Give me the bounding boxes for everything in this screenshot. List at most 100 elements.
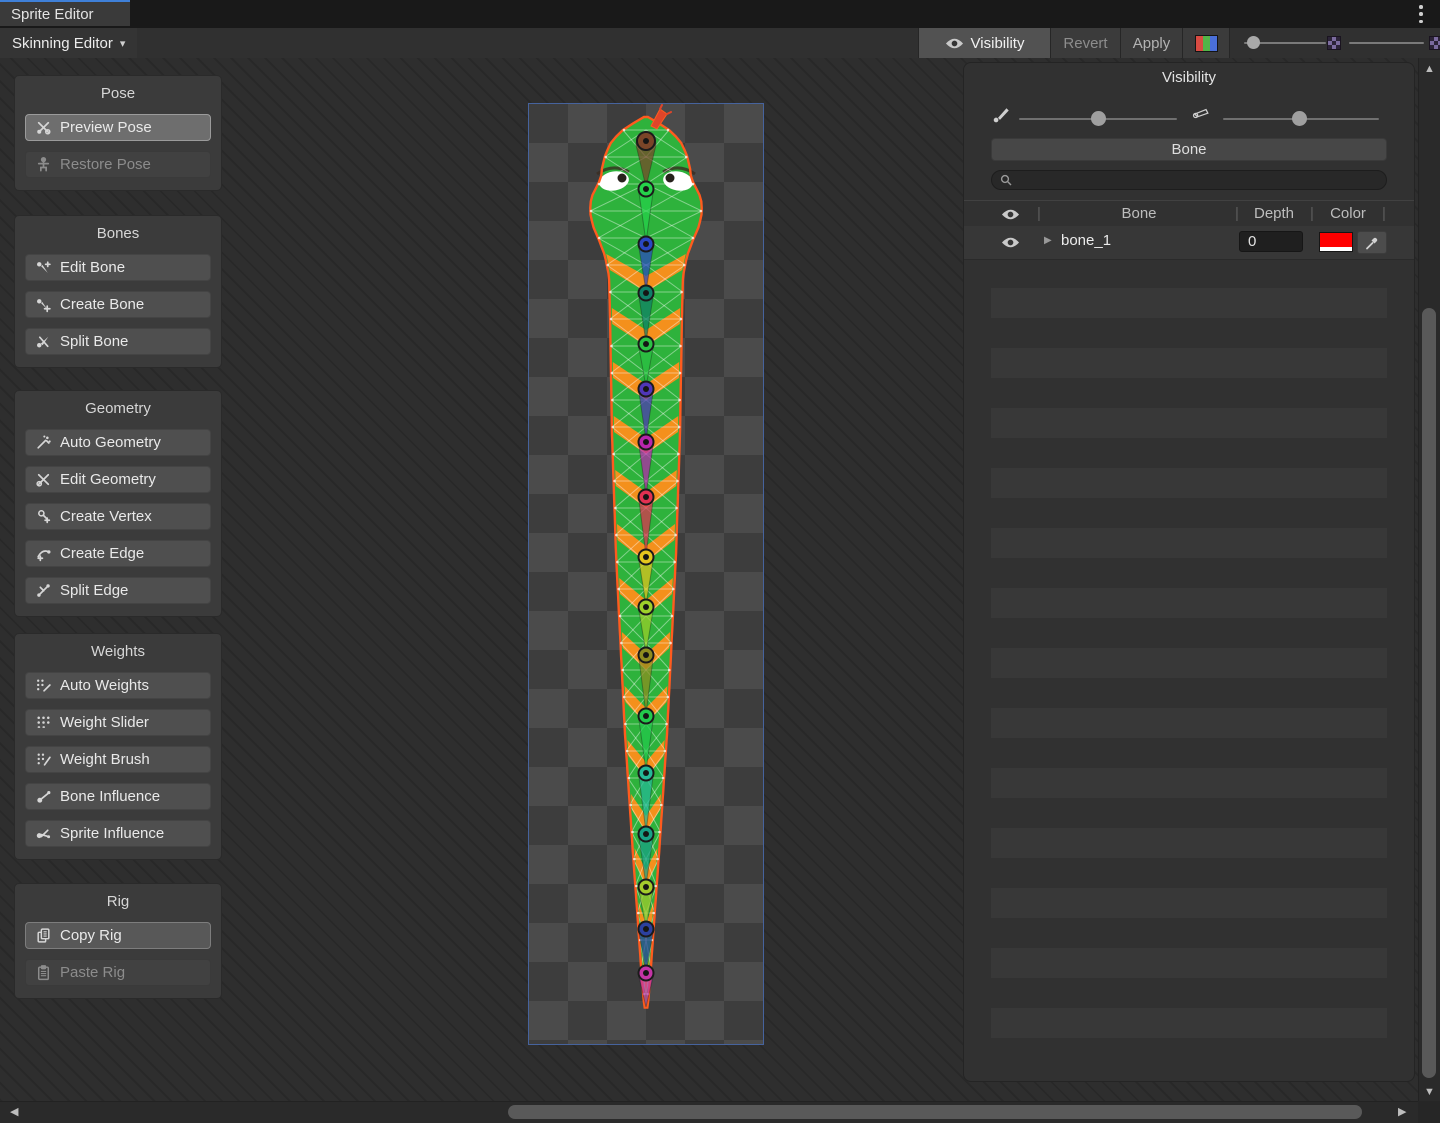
bone-table-header: | Bone | Depth | Color | — [964, 200, 1414, 227]
bone-opacity-icon — [992, 106, 1011, 123]
visibility-panel-title: Visibility — [964, 69, 1414, 86]
panel-title: Rig — [25, 893, 211, 910]
scroll-down-icon[interactable]: ▼ — [1424, 1087, 1435, 1098]
paste-icon — [34, 964, 53, 981]
scroll-left-icon[interactable]: ◀ — [10, 1107, 18, 1118]
bone-split-icon — [34, 333, 53, 350]
bone-color-swatch[interactable] — [1319, 232, 1353, 252]
create-vertex-button[interactable]: Create Vertex — [25, 503, 211, 530]
panel-rig: Rig Copy Rig Paste Rig — [14, 883, 222, 999]
pose-icon — [34, 119, 53, 136]
bone-edit-icon — [34, 259, 53, 276]
panel-title: Bones — [25, 225, 211, 242]
weight-slider-button[interactable]: Weight Slider — [25, 709, 211, 736]
vertex-add-icon — [34, 508, 53, 525]
toolbar-button-cluster: Visibility Revert Apply — [918, 28, 1230, 58]
wand-icon — [34, 434, 53, 451]
eyedropper-button[interactable] — [1357, 231, 1387, 254]
tab-bone[interactable]: Bone — [991, 138, 1387, 161]
edit-geometry-button[interactable]: Edit Geometry — [25, 466, 211, 493]
tab-sprite-editor[interactable]: Sprite Editor — [0, 0, 130, 26]
depth-input[interactable] — [1239, 231, 1303, 252]
rgb-swatch-icon[interactable] — [1195, 35, 1218, 52]
bone-influence-button[interactable]: Bone Influence — [25, 783, 211, 810]
chevron-down-icon: ▾ — [120, 37, 126, 50]
panel-pose: Pose Preview Pose Restore Pose — [14, 75, 222, 191]
split-bone-button[interactable]: Split Bone — [25, 328, 211, 355]
bone-search-box — [991, 170, 1387, 190]
auto-geometry-button[interactable]: Auto Geometry — [25, 429, 211, 456]
bone-opacity-knob[interactable] — [1091, 111, 1106, 126]
scroll-up-icon[interactable]: ▲ — [1424, 64, 1435, 75]
create-edge-button[interactable]: Create Edge — [25, 540, 211, 567]
visibility-toggle-button[interactable]: Visibility — [918, 28, 1050, 58]
eye-icon — [945, 35, 964, 52]
tools-icon — [34, 471, 53, 488]
apply-button[interactable]: Apply — [1120, 28, 1182, 58]
paste-rig-button[interactable]: Paste Rig — [25, 959, 211, 986]
opacity-slider-knob-1[interactable] — [1247, 36, 1260, 49]
restore-pose-button[interactable]: Restore Pose — [25, 151, 211, 178]
create-bone-button[interactable]: Create Bone — [25, 291, 211, 318]
search-input[interactable] — [1018, 172, 1378, 189]
edit-bone-button[interactable]: Edit Bone — [25, 254, 211, 281]
sprite-editor-window: Sprite Editor Skinning Editor ▾ Visibili… — [0, 0, 1440, 1123]
panel-weights: Weights Auto Weights Weight Slider Weight B… — [14, 633, 222, 860]
vertical-scrollbar[interactable]: ▲ ▼ — [1418, 58, 1440, 1101]
dots-brush-icon — [34, 751, 53, 768]
bone-influence-icon — [34, 788, 53, 805]
sprite-color-cell — [1182, 28, 1230, 58]
disclosure-triangle-icon[interactable]: ▶ — [1044, 235, 1052, 246]
bone-visibility-eye-icon[interactable] — [1001, 234, 1020, 251]
scroll-right-icon[interactable]: ▶ — [1398, 1107, 1406, 1118]
panel-bones: Bones Edit Bone Create Bone Split Bone — [14, 215, 222, 368]
visibility-column-eye-icon — [1001, 206, 1020, 223]
column-bone: Bone — [1044, 201, 1234, 226]
horizontal-scroll-thumb[interactable] — [508, 1105, 1362, 1119]
bone-list-empty-rows — [991, 288, 1387, 1056]
mesh-opacity-knob[interactable] — [1292, 111, 1307, 126]
scrollbar-corner — [1418, 1101, 1440, 1123]
skinning-toolbar: Skinning Editor ▾ Visibility Revert Appl… — [0, 28, 1440, 59]
dots-grid-icon — [34, 714, 53, 731]
edge-add-icon — [34, 545, 53, 562]
eyedropper-icon — [1365, 236, 1379, 250]
horizontal-scrollbar[interactable]: ◀ ▶ — [0, 1101, 1418, 1123]
vertical-scroll-thumb[interactable] — [1422, 308, 1436, 1078]
snake-sprite — [529, 104, 763, 1044]
copy-rig-button[interactable]: Copy Rig — [25, 922, 211, 949]
checker-swatch-icon-2[interactable] — [1429, 36, 1440, 50]
search-icon — [1000, 174, 1012, 186]
opacity-slider-track-2[interactable] — [1349, 42, 1424, 44]
mode-label: Skinning Editor — [12, 35, 113, 52]
panel-title: Pose — [25, 85, 211, 102]
weight-brush-button[interactable]: Weight Brush — [25, 746, 211, 773]
visibility-panel: Visibility Bone | Bone | Depth | Color | — [963, 62, 1415, 1082]
preview-pose-button[interactable]: Preview Pose — [25, 114, 211, 141]
table-row-bone-1[interactable]: ▶ bone_1 — [964, 226, 1414, 260]
mesh-opacity-icon — [1192, 106, 1211, 123]
column-depth: Depth — [1242, 201, 1306, 226]
window-titlebar: Sprite Editor — [0, 0, 1440, 28]
revert-button[interactable]: Revert — [1050, 28, 1120, 58]
sprite-influence-button[interactable]: Sprite Influence — [25, 820, 211, 847]
kebab-menu-icon[interactable] — [1414, 5, 1428, 23]
auto-weights-button[interactable]: Auto Weights — [25, 672, 211, 699]
panel-title: Geometry — [25, 400, 211, 417]
bone-name: bone_1 — [1061, 232, 1111, 249]
panel-title: Weights — [25, 643, 211, 660]
copy-icon — [34, 927, 53, 944]
sprite-influence-icon — [34, 825, 53, 842]
bone-create-icon — [34, 296, 53, 313]
visibility-sliders — [964, 103, 1414, 135]
person-icon — [34, 156, 53, 173]
checker-swatch-icon-1[interactable] — [1327, 36, 1341, 50]
tab-label: Sprite Editor — [11, 6, 94, 23]
dots-wand-icon — [34, 677, 53, 694]
skinning-editor-dropdown[interactable]: Skinning Editor ▾ — [0, 28, 137, 58]
edge-split-icon — [34, 582, 53, 599]
sprite-canvas[interactable] — [528, 103, 764, 1045]
column-color: Color — [1317, 201, 1379, 226]
split-edge-button[interactable]: Split Edge — [25, 577, 211, 604]
panel-geometry: Geometry Auto Geometry Edit Geometry Create… — [14, 390, 222, 617]
